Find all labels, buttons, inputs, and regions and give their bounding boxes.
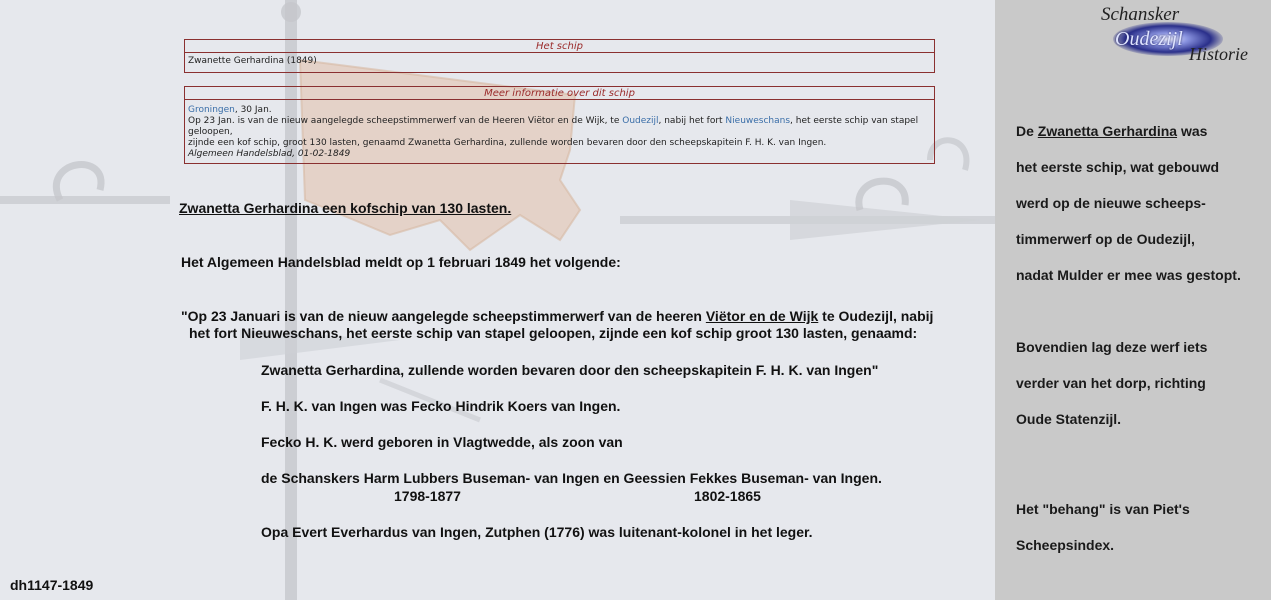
sidebar-line-7: verder van het dorp, richting — [1016, 375, 1206, 391]
link-vietor-en-de-wijk[interactable]: Viëtor en de Wijk — [706, 308, 818, 324]
link-zwanetta-gerhardina[interactable]: Zwanetta Gerhardina — [1038, 123, 1177, 139]
quote-text: "Op 23 Januari is van de nieuw aangelegd… — [181, 308, 706, 324]
more-info-header: Meer informatie over dit schip — [185, 87, 934, 100]
intro-text: Het Algemeen Handelsblad meldt op 1 febr… — [181, 254, 621, 270]
quote-line-1: "Op 23 Januari is van de nieuw aangelegd… — [181, 308, 933, 324]
sidebar-line-8: Oude Statenzijl. — [1016, 411, 1122, 427]
quote-line-3: Zwanetta Gerhardina, zullende worden bev… — [261, 362, 879, 378]
news-date: , 30 Jan. — [234, 105, 272, 115]
sidebar-text: De — [1016, 123, 1038, 139]
news-line-1: Op 23 Jan. is van de nieuw aangelegde sc… — [188, 116, 931, 138]
sidebar-text: was — [1177, 123, 1208, 139]
news-line-2: zijnde een kof schip, groot 130 lasten, … — [188, 138, 827, 148]
years-father: 1798-1877 — [394, 488, 461, 504]
sidebar-line-9: Het "behang" is van Piet's — [1016, 501, 1190, 517]
ship-info-box: Het schip Zwanette Gerhardina (1849) — [184, 39, 935, 73]
quote-line-2: het fort Nieuweschans, het eerste schip … — [189, 325, 918, 341]
paragraph-2: Fecko H. K. werd geboren in Vlagtwedde, … — [261, 434, 623, 450]
sidebar-line-6: Bovendien lag deze werf iets — [1016, 339, 1208, 355]
news-text: , nabij het fort — [658, 116, 726, 126]
link-oudezijl[interactable]: Oudezijl — [622, 116, 658, 126]
news-source: Algemeen Handelsblad, 01-02-1849 — [188, 149, 351, 159]
paragraph-1: F. H. K. van Ingen was Fecko Hindrik Koe… — [261, 398, 621, 414]
sidebar-line-4: timmerwerf op de Oudezijl, — [1016, 231, 1195, 247]
sidebar-line-10: Scheepsindex. — [1016, 537, 1115, 553]
sidebar-line-1: De Zwanetta Gerhardina was — [1016, 123, 1207, 139]
link-nieuweschans[interactable]: Nieuweschans — [725, 116, 790, 126]
sidebar-line-3: werd op de nieuwe scheeps- — [1016, 195, 1206, 211]
news-dateline: Groningen, 30 Jan. — [188, 105, 931, 116]
page-id: dh1147-1849 — [10, 577, 94, 593]
sidebar-line-5: nadat Mulder er mee was gestopt. — [1016, 267, 1241, 283]
logo-line-2: Oudezijl — [1115, 28, 1183, 50]
paragraph-3: de Schanskers Harm Lubbers Buseman- van … — [261, 470, 882, 486]
site-logo[interactable]: Schansker Oudezijl Historie — [1095, 4, 1267, 66]
news-text: Op 23 Jan. is van de nieuw aangelegde sc… — [188, 116, 623, 126]
years-mother: 1802-1865 — [694, 488, 761, 504]
paragraph-4: Opa Evert Everhardus van Ingen, Zutphen … — [261, 524, 813, 540]
more-info-body: Groningen, 30 Jan. Op 23 Jan. is van de … — [185, 100, 934, 163]
link-groningen[interactable]: Groningen — [188, 105, 235, 115]
article-heading: Zwanetta Gerhardina een kofschip van 130… — [179, 200, 512, 216]
more-info-box: Meer informatie over dit schip Groningen… — [184, 86, 935, 164]
ship-name: Zwanette Gerhardina (1849) — [188, 56, 317, 66]
ship-box-header: Het schip — [185, 40, 934, 53]
main-content: Het schip Zwanette Gerhardina (1849) Mee… — [0, 0, 995, 600]
quote-text: te Oudezijl, nabij — [818, 308, 934, 324]
sidebar-line-2: het eerste schip, wat gebouwd — [1016, 159, 1220, 175]
logo-line-1: Schansker — [1101, 4, 1180, 25]
logo-line-3: Historie — [1189, 44, 1249, 64]
